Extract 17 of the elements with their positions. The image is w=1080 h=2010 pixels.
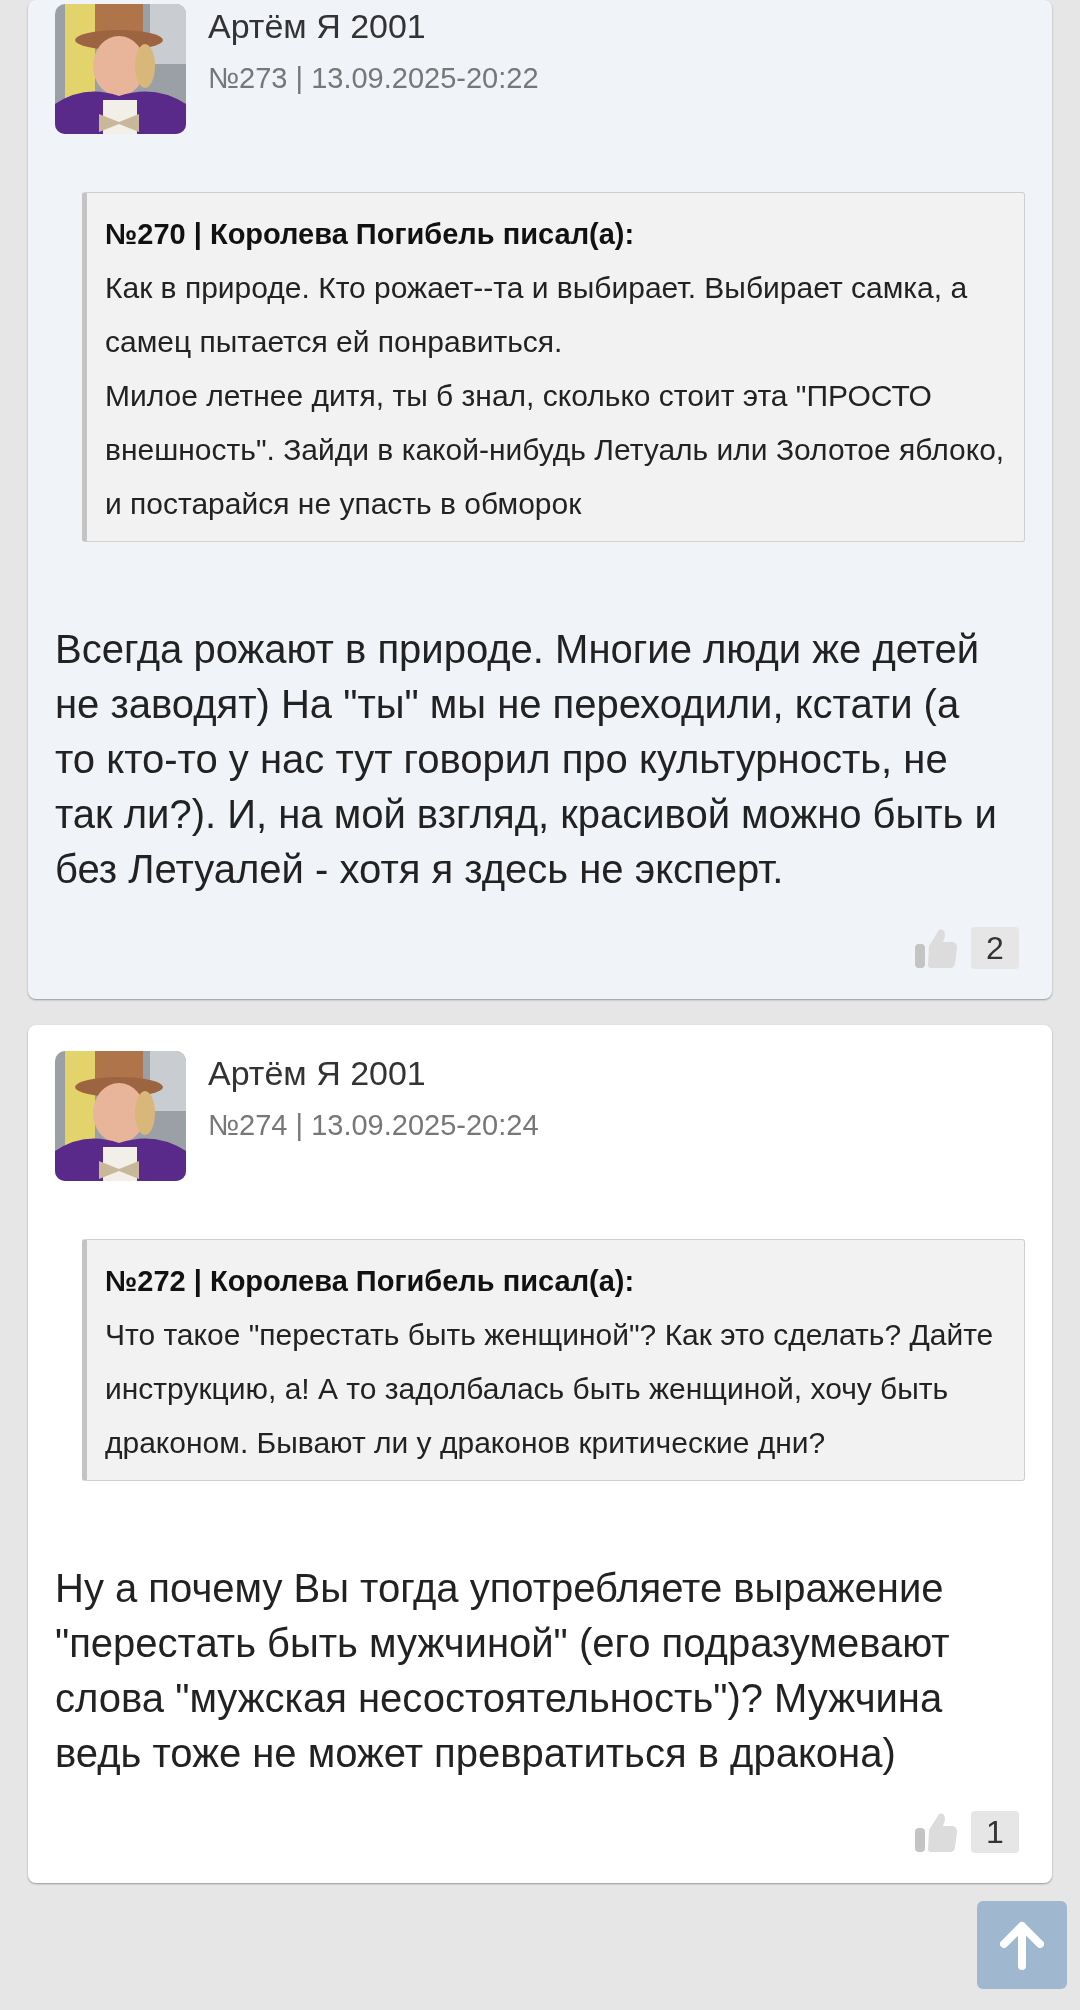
author-name[interactable]: Артём Я 2001 xyxy=(208,1053,539,1093)
post-text: Всегда рожают в природе. Многие люди же детей не заводят) На "ты" мы не переходили, кстати (а то кто-то у нас тут говорил про культурность, не так ли?). И, на мой взгляд, красивой можно быть и без Летуалей - хотя я здесь не эксперт. xyxy=(55,626,998,893)
like-count[interactable]: 2 xyxy=(971,927,1019,969)
post-meta: №273 | 13.09.2025-20:22 xyxy=(208,61,539,96)
like-count[interactable]: 1 xyxy=(971,1811,1019,1853)
quote-header: №272 | Королева Погибель писал(а): xyxy=(105,1264,636,1299)
post-meta: №274 | 13.09.2025-20:24 xyxy=(208,1108,539,1143)
post-text: Ну а почему Вы тогда употребляете выражение "перестать быть мужчиной" (его подразумевают слова "мужская несостоятельность")? Мужчина ведь тоже не может превратиться в дракона) xyxy=(55,1565,951,1777)
quote-text: Что такое "перестать быть женщиной"? Как это сделать? Дайте инструкцию, а! А то задолбалась быть женщиной, хочу быть драконом. Бывают ли у драконов критические дни? xyxy=(105,1317,995,1461)
thumbs-up-icon xyxy=(915,928,957,968)
arrow-up-icon xyxy=(1000,1920,1044,1970)
thumbs-up-icon xyxy=(915,1812,957,1852)
author-name[interactable]: Артём Я 2001 xyxy=(208,6,539,46)
quote-text: Милое летнее дитя, ты б знал, сколько стоит эта "ПРОСТО внешность". Зайди в какой-нибудь Летуаль или Золотое яблоко, и постарайся не упасть в обморок xyxy=(105,378,1006,522)
quote-header: №270 | Королева Погибель писал(а): xyxy=(105,217,636,252)
scroll-to-top-button[interactable] xyxy=(977,1901,1067,1989)
quote-text: Как в природе. Кто рожает--та и выбирает. Выбирает самка, а самец пытается ей понравиться. xyxy=(105,270,969,360)
